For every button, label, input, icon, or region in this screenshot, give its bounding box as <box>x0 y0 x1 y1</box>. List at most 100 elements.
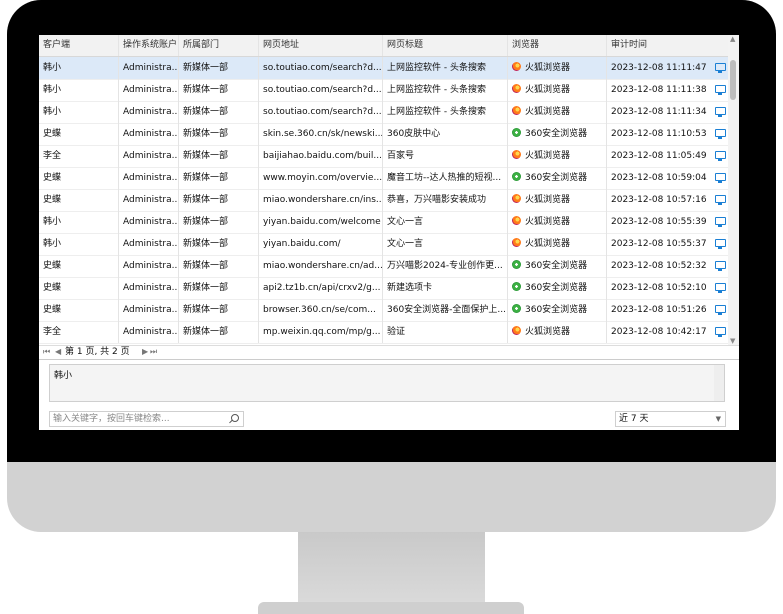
cell-browser: 火狐浏览器 <box>508 101 607 123</box>
cell-audit-time: 2023-12-08 10:52:32 <box>607 255 728 277</box>
table-row[interactable]: 史蝶 Administra... 新媒体一部 miao.wondershare.cn/… <box>39 255 728 278</box>
computer-icon[interactable] <box>715 85 726 95</box>
firefox-icon <box>512 106 521 115</box>
browser-name: 火狐浏览器 <box>525 195 571 205</box>
audit-time-text: 2023-12-08 11:10:53 <box>611 129 707 139</box>
cell-account: Administra... <box>119 145 179 167</box>
cell-browser: 火狐浏览器 <box>508 189 607 211</box>
computer-icon[interactable] <box>715 283 726 293</box>
audit-time-text: 2023-12-08 10:42:17 <box>611 327 707 337</box>
computer-icon[interactable] <box>715 151 726 161</box>
detail-text: 韩小 <box>54 371 73 381</box>
column-header-department[interactable]: 所属部门 <box>179 35 259 56</box>
cell-title: 验证 <box>383 321 508 343</box>
table-row[interactable]: 韩小 Administra... 新媒体一部 yiyan.baidu.com/文心一言… <box>39 233 728 256</box>
cell-department: 新媒体一部 <box>179 145 259 167</box>
audit-time-text: 2023-12-08 11:05:49 <box>611 151 707 161</box>
cell-client: 史蝶 <box>39 277 119 299</box>
computer-icon[interactable] <box>715 195 726 205</box>
table-row[interactable]: 李全 Administra... 新媒体一部 mp.weixin.qq.com/mp/… <box>39 321 728 344</box>
cell-account: Administra... <box>119 79 179 101</box>
chevron-down-icon[interactable]: ▼ <box>716 412 721 426</box>
cell-audit-time: 2023-12-08 11:11:38 <box>607 79 728 101</box>
audit-time-text: 2023-12-08 10:59:04 <box>611 173 707 183</box>
cell-client: 史蝶 <box>39 123 119 145</box>
cell-browser: 360安全浏览器 <box>508 299 607 321</box>
cell-audit-time: 2023-12-08 11:11:47 <box>607 57 728 79</box>
cell-audit-time: 2023-12-08 10:52:10 <box>607 277 728 299</box>
computer-icon[interactable] <box>715 107 726 117</box>
audit-time-text: 2023-12-08 10:57:16 <box>611 195 707 205</box>
cell-title: 百家号 <box>383 145 508 167</box>
scrollbar-thumb[interactable] <box>730 60 736 100</box>
table-row[interactable]: 韩小 Administra... 新媒体一部 yiyan.baidu.com/welc… <box>39 211 728 234</box>
table-row[interactable]: 史蝶 Administra... 新媒体一部 www.moyin.com/overvi… <box>39 167 728 190</box>
table-scrollbar[interactable]: ▲ ▼ <box>728 35 739 345</box>
cell-audit-time: 2023-12-08 10:51:26 <box>607 299 728 321</box>
cell-department: 新媒体一部 <box>179 123 259 145</box>
cell-client: 韩小 <box>39 57 119 79</box>
search-icon[interactable] <box>231 414 239 422</box>
table-row[interactable]: 李全 Administra... 新媒体一部 baijiahao.baidu.com/… <box>39 145 728 168</box>
last-page-icon[interactable]: ⏭ <box>150 345 157 359</box>
browser-name: 360安全浏览器 <box>525 305 588 315</box>
table-row[interactable]: 史蝶 Administra... 新媒体一部 browser.360.cn/se/co… <box>39 299 728 322</box>
cell-client: 李全 <box>39 145 119 167</box>
scroll-up-arrow-icon[interactable]: ▲ <box>730 35 735 43</box>
cell-client: 史蝶 <box>39 255 119 277</box>
column-header-browser[interactable]: 浏览器 <box>508 35 607 56</box>
cell-client: 史蝶 <box>39 299 119 321</box>
detail-panel[interactable]: 韩小 <box>49 364 725 402</box>
app-window: 客户端 操作系统账户 所属部门 网页地址 网页标题 浏览器 审计时间 韩小 Adm… <box>39 35 739 430</box>
column-header-audit-time[interactable]: 审计时间 <box>607 35 728 56</box>
firefox-icon <box>512 62 521 71</box>
cell-title: 文心一言 <box>383 233 508 255</box>
time-range-select[interactable]: 近 7 天 ▼ <box>615 411 726 427</box>
firefox-icon <box>512 326 521 335</box>
cell-url: miao.wondershare.cn/ins... <box>259 189 383 211</box>
cell-department: 新媒体一部 <box>179 167 259 189</box>
detail-scrollbar[interactable] <box>714 365 724 401</box>
column-header-account[interactable]: 操作系统账户 <box>119 35 179 56</box>
table-row[interactable]: 韩小 Administra... 新媒体一部 so.toutiao.com/searc… <box>39 101 728 124</box>
cell-url: miao.wondershare.cn/ad... <box>259 255 383 277</box>
first-page-icon[interactable]: ⏮ <box>43 345 50 359</box>
browser-name: 火狐浏览器 <box>525 327 571 337</box>
360-browser-icon <box>512 172 521 181</box>
cell-url: browser.360.cn/se/com... <box>259 299 383 321</box>
cell-url: so.toutiao.com/search?d... <box>259 79 383 101</box>
cell-browser: 火狐浏览器 <box>508 321 607 343</box>
computer-icon[interactable] <box>715 173 726 183</box>
scroll-down-arrow-icon[interactable]: ▼ <box>730 337 735 345</box>
table-row[interactable]: 韩小 Administra... 新媒体一部 so.toutiao.com/searc… <box>39 57 728 80</box>
next-page-icon[interactable]: ▶ <box>142 345 148 359</box>
browser-name: 360安全浏览器 <box>525 173 588 183</box>
column-header-url[interactable]: 网页地址 <box>259 35 383 56</box>
cell-account: Administra... <box>119 101 179 123</box>
column-header-title[interactable]: 网页标题 <box>383 35 508 56</box>
table-row[interactable]: 史蝶 Administra... 新媒体一部 api2.tz1b.cn/api/crx… <box>39 277 728 300</box>
cell-browser: 火狐浏览器 <box>508 211 607 233</box>
prev-page-icon[interactable]: ◀ <box>55 345 61 359</box>
table-row[interactable]: 韩小 Administra... 新媒体一部 so.toutiao.com/searc… <box>39 79 728 102</box>
computer-icon[interactable] <box>715 305 726 315</box>
cell-department: 新媒体一部 <box>179 321 259 343</box>
computer-icon[interactable] <box>715 239 726 249</box>
computer-icon[interactable] <box>715 129 726 139</box>
browser-name: 火狐浏览器 <box>525 107 571 117</box>
computer-icon[interactable] <box>715 63 726 73</box>
firefox-icon <box>512 216 521 225</box>
table-row[interactable]: 史蝶 Administra... 新媒体一部 miao.wondershare.cn/… <box>39 189 728 212</box>
computer-icon[interactable] <box>715 327 726 337</box>
cell-url: mp.weixin.qq.com/mp/g... <box>259 321 383 343</box>
cell-audit-time: 2023-12-08 10:55:39 <box>607 211 728 233</box>
audit-time-text: 2023-12-08 11:11:34 <box>611 107 707 117</box>
computer-icon[interactable] <box>715 261 726 271</box>
monitor-stand-base <box>258 602 524 614</box>
column-header-client[interactable]: 客户端 <box>39 35 119 56</box>
table-row[interactable]: 史蝶 Administra... 新媒体一部 skin.se.360.cn/sk/ne… <box>39 123 728 146</box>
cell-title: 新建选项卡 <box>383 277 508 299</box>
computer-icon[interactable] <box>715 217 726 227</box>
search-input[interactable]: 输入关键字，按回车键检索... <box>49 411 244 427</box>
cell-browser: 360安全浏览器 <box>508 167 607 189</box>
